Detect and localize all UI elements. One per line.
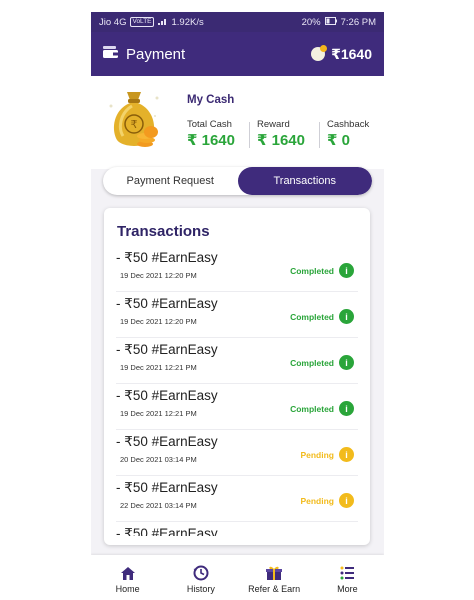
transaction-status: Completed <box>290 312 334 322</box>
stat-label: Cashback <box>327 119 370 130</box>
tab-bar: Payment Request Transactions <box>103 167 372 195</box>
time-text: 7:26 PM <box>340 16 376 28</box>
divider <box>249 122 250 148</box>
my-cash-panel: ₹ My Cash Total Cash ₹ 1640 Reward ₹ 164… <box>91 76 384 169</box>
transaction-amount: - ₹50 #EarnEasy <box>116 388 218 403</box>
history-icon <box>193 565 209 581</box>
transactions-card: Transactions - ₹50 #EarnEasy 19 Dec 2021… <box>104 208 370 545</box>
phone-screen: Jio 4G VoLTE 1.92K/s 20% 7:26 PM Payment… <box>91 12 384 598</box>
stat-label: Total Cash <box>187 119 232 130</box>
nav-label: More <box>337 584 358 594</box>
volte-badge: VoLTE <box>130 17 154 27</box>
transaction-row[interactable]: - ₹50 #EarnEasy 22 Dec 2021 03:14 PM Pen… <box>116 476 358 522</box>
info-icon[interactable]: i <box>339 401 354 416</box>
transaction-date: 20 Dec 2021 03:14 PM <box>120 455 197 464</box>
nav-refer-earn[interactable]: Refer & Earn <box>238 555 311 598</box>
nav-label: Home <box>115 584 140 594</box>
transaction-status: Pending <box>300 496 334 506</box>
info-icon[interactable]: i <box>339 263 354 278</box>
nav-history[interactable]: History <box>164 555 237 598</box>
stat-value: ₹ 0 <box>327 132 350 149</box>
transaction-date: 19 Dec 2021 12:21 PM <box>120 363 197 372</box>
header-balance[interactable]: ₹1640 <box>311 45 372 63</box>
battery-icon <box>324 16 337 28</box>
bottom-nav: Home History Refer & Earn More <box>91 555 384 598</box>
more-icon <box>339 565 355 581</box>
battery-text: 20% <box>301 16 321 28</box>
page-title: Payment <box>126 45 186 63</box>
transaction-amount: - ₹50 #EarnEasy <box>116 250 218 265</box>
speed-text: 1.92K/s <box>171 16 204 28</box>
info-icon[interactable]: i <box>339 447 354 462</box>
transaction-status: Completed <box>290 358 334 368</box>
stat-label: Reward <box>257 119 290 130</box>
transaction-amount: - ₹50 #EarnEasy <box>116 296 218 311</box>
transaction-date: 19 Dec 2021 12:20 PM <box>120 317 197 326</box>
transaction-status: Pending <box>300 450 334 460</box>
signal-icon <box>157 17 168 28</box>
transaction-date: 19 Dec 2021 12:20 PM <box>120 271 197 280</box>
transaction-amount: - ₹50 #EarnEasy <box>116 526 218 536</box>
transaction-row[interactable]: - ₹50 #EarnEasy 19 Dec 2021 12:20 PM Com… <box>116 292 358 338</box>
nav-label: Refer & Earn <box>248 584 301 594</box>
transaction-status: Completed <box>290 404 334 414</box>
home-icon <box>120 566 136 581</box>
transaction-status: Completed <box>290 266 334 276</box>
transactions-title: Transactions <box>117 223 210 240</box>
coin-icon <box>311 45 328 61</box>
nav-more[interactable]: More <box>311 555 384 598</box>
refer-earn-icon <box>266 565 283 581</box>
transaction-row[interactable]: - ₹50 #EarnEasy <box>116 522 358 536</box>
header-balance-value: ₹1640 <box>331 45 372 62</box>
svg-text:₹: ₹ <box>131 118 138 131</box>
stat-cashback: Cashback ₹ 0 <box>327 119 369 149</box>
transaction-row[interactable]: - ₹50 #EarnEasy 19 Dec 2021 12:20 PM Com… <box>116 246 358 292</box>
nav-home[interactable]: Home <box>91 555 164 598</box>
divider <box>319 122 320 148</box>
info-icon[interactable]: i <box>339 355 354 370</box>
stat-total-cash: Total Cash ₹ 1640 <box>187 119 235 149</box>
info-icon[interactable]: i <box>339 309 354 324</box>
transaction-amount: - ₹50 #EarnEasy <box>116 342 218 357</box>
stat-value: ₹ 1640 <box>257 132 305 149</box>
transaction-row[interactable]: - ₹50 #EarnEasy 20 Dec 2021 03:14 PM Pen… <box>116 430 358 476</box>
nav-label: History <box>186 584 215 594</box>
stat-reward: Reward ₹ 1640 <box>257 119 305 149</box>
tab-payment-request[interactable]: Payment Request <box>103 167 238 195</box>
money-bag-icon: ₹ <box>105 86 163 152</box>
tab-transactions[interactable]: Transactions <box>237 167 372 195</box>
transactions-list[interactable]: - ₹50 #EarnEasy 19 Dec 2021 12:20 PM Com… <box>104 246 370 536</box>
wallet-icon <box>103 45 119 64</box>
transaction-row[interactable]: - ₹50 #EarnEasy 19 Dec 2021 12:21 PM Com… <box>116 338 358 384</box>
carrier-text: Jio 4G <box>99 16 127 28</box>
transaction-amount: - ₹50 #EarnEasy <box>116 480 218 495</box>
transaction-amount: - ₹50 #EarnEasy <box>116 434 218 449</box>
stat-value: ₹ 1640 <box>187 132 235 149</box>
status-bar: Jio 4G VoLTE 1.92K/s 20% 7:26 PM <box>91 12 384 32</box>
info-icon[interactable]: i <box>339 493 354 508</box>
my-cash-title: My Cash <box>187 94 235 106</box>
transaction-date: 19 Dec 2021 12:21 PM <box>120 409 197 418</box>
transaction-row[interactable]: - ₹50 #EarnEasy 19 Dec 2021 12:21 PM Com… <box>116 384 358 430</box>
transaction-date: 22 Dec 2021 03:14 PM <box>120 501 197 510</box>
app-bar: Payment ₹1640 <box>91 32 384 76</box>
